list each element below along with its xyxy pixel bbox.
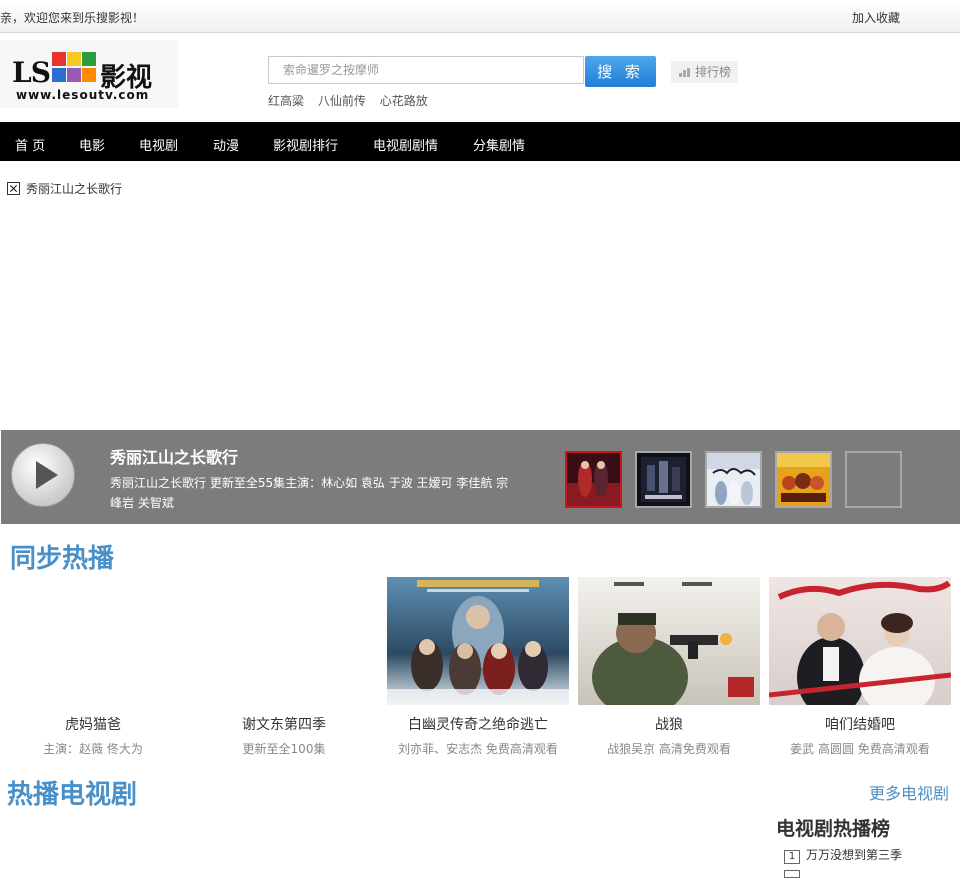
broken-image-alt: 秀丽江山之长歌行 [26, 182, 123, 196]
broken-image-icon [7, 182, 20, 195]
featured-thumbnail[interactable] [775, 451, 832, 508]
ranking-button[interactable]: 排行榜 [671, 61, 738, 83]
search-button[interactable]: 搜 索 [585, 56, 656, 87]
poster-image [578, 577, 760, 705]
nav-anime[interactable]: 动漫 [213, 135, 239, 154]
card-subtitle: 姜武 高圆圆 免费高清观看 [790, 742, 930, 756]
rank-number: 1 [784, 850, 800, 864]
featured-thumbnail[interactable] [635, 451, 692, 508]
play-button[interactable] [11, 443, 75, 507]
broken-banner-image[interactable]: 秀丽江山之长歌行 [7, 180, 122, 197]
nav-tv[interactable]: 电视剧 [139, 135, 178, 154]
main-nav: 首 页 电影 电视剧 动漫 影视剧排行 电视剧剧情 分集剧情 [0, 122, 960, 161]
card-subtitle: 刘亦菲、安志杰 免费高清观看 [398, 742, 558, 756]
video-card[interactable]: 咱们结婚吧 姜武 高圆圆 免费高清观看 [769, 577, 951, 756]
card-title[interactable]: 咱们结婚吧 [769, 714, 951, 734]
site-logo[interactable]: LS 影视 www.lesoutv.com [0, 40, 178, 108]
section-title-tv: 热播电视剧 [7, 780, 138, 810]
featured-title[interactable]: 秀丽江山之长歌行 [110, 444, 238, 468]
featured-description: 秀丽江山之长歌行 更新至全55集主演：林心如 袁弘 于波 王嫒可 李佳航 宗峰岩… [110, 476, 509, 510]
hotword-link[interactable]: 红高粱 [268, 94, 304, 108]
top-bar: 亲，欢迎您来到乐搜影视！ 加入收藏 [0, 0, 960, 33]
nav-home[interactable]: 首 页 [15, 135, 45, 154]
hotword-link[interactable]: 八仙前传 [318, 94, 366, 108]
bar-chart-icon [679, 68, 691, 77]
video-card[interactable]: 战狼 战狼吴京 高清免费观看 [578, 577, 760, 756]
poster-placeholder [2, 577, 184, 705]
card-subtitle: 更新至全100集 [242, 742, 326, 756]
nav-tv-plot[interactable]: 电视剧剧情 [373, 135, 438, 154]
play-icon [36, 461, 58, 489]
hot-search-words: 红高粱 八仙前传 心花路放 [268, 92, 438, 109]
featured-thumbnail[interactable] [705, 451, 762, 508]
video-card[interactable]: 虎妈猫爸 主演：赵薇 佟大为 [2, 577, 184, 756]
card-title[interactable]: 谢文东第四季 [193, 714, 375, 734]
add-favorite-link[interactable]: 加入收藏 [852, 9, 900, 26]
poster-image [769, 577, 951, 705]
rank-item-title[interactable]: 万万没想到第三季 [806, 848, 902, 862]
search-input[interactable] [268, 56, 584, 84]
video-card[interactable]: 谢文东第四季 更新至全100集 [193, 577, 375, 756]
featured-thumbnail[interactable] [845, 451, 902, 508]
logo-mark: LS [12, 56, 51, 89]
nav-movie[interactable]: 电影 [79, 135, 105, 154]
section-title-sync: 同步热播 [10, 544, 115, 574]
nav-ranking[interactable]: 影视剧排行 [273, 135, 338, 154]
hotword-link[interactable]: 心花路放 [380, 94, 428, 108]
poster-thumbnail-4 [777, 453, 830, 506]
logo-url: www.lesoutv.com [16, 88, 150, 102]
poster-thumbnail-1 [567, 453, 620, 506]
more-tv-link[interactable]: 更多电视剧 [869, 780, 949, 804]
welcome-text: 亲，欢迎您来到乐搜影视！ [0, 11, 145, 25]
video-card[interactable]: 白幽灵传奇之绝命逃亡 刘亦菲、安志杰 免费高清观看 [387, 577, 569, 756]
tv-rank-title: 电视剧热播榜 [776, 818, 891, 840]
logo-color-blocks-icon [52, 52, 96, 84]
rank-number-partial [784, 870, 800, 878]
featured-bar: 秀丽江山之长歌行 秀丽江山之长歌行 更新至全55集主演：林心如 袁弘 于波 王嫒… [1, 430, 960, 524]
poster-thumbnail-2 [637, 453, 690, 506]
poster-thumbnail-3 [707, 453, 760, 506]
rank-item-partial [784, 867, 806, 881]
card-title[interactable]: 虎妈猫爸 [2, 714, 184, 734]
rank-item[interactable]: 1 万万没想到第三季 [784, 846, 902, 864]
card-subtitle: 战狼吴京 高清免费观看 [607, 742, 731, 756]
card-title[interactable]: 战狼 [578, 714, 760, 734]
poster-image [387, 577, 569, 705]
card-subtitle: 主演：赵薇 佟大为 [43, 742, 143, 756]
ranking-label: 排行榜 [695, 65, 732, 79]
poster-placeholder [193, 577, 375, 705]
featured-thumbnail[interactable] [565, 451, 622, 508]
nav-episode-plot[interactable]: 分集剧情 [473, 135, 525, 154]
card-title[interactable]: 白幽灵传奇之绝命逃亡 [387, 714, 569, 734]
